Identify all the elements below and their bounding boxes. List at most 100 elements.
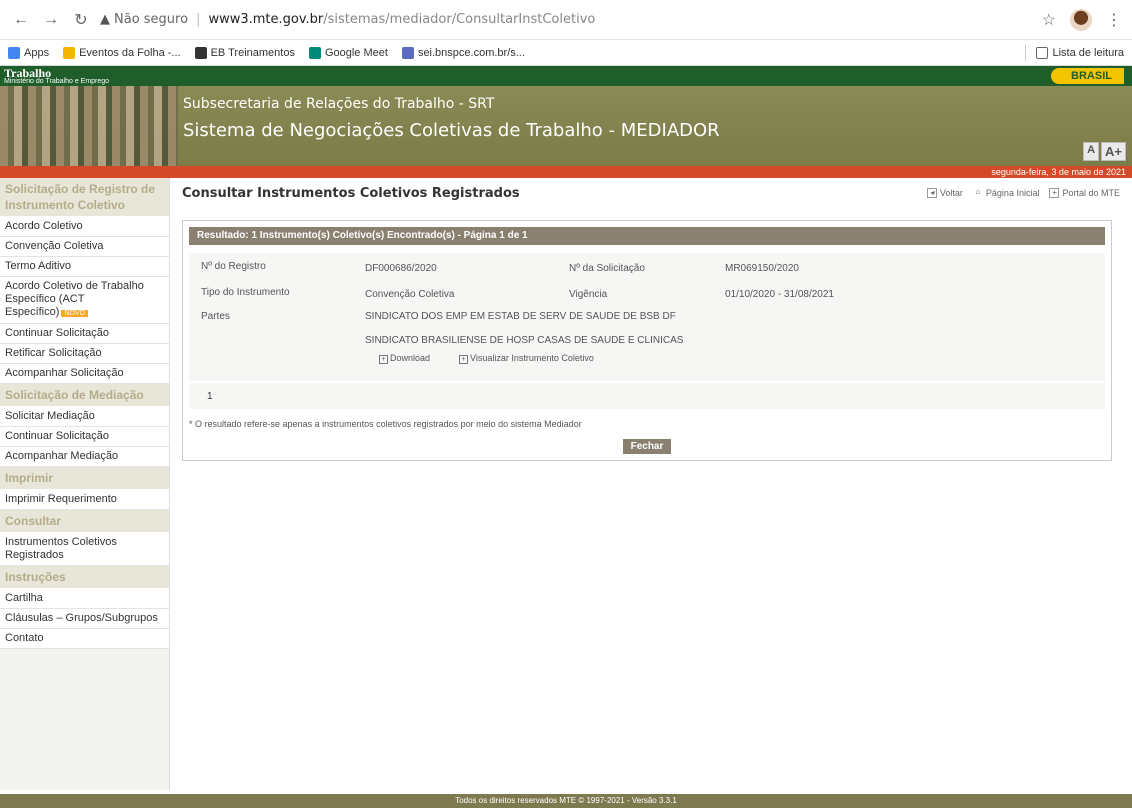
sidebar-section-heading: Solicitação de Registro de Instrumento C… bbox=[0, 178, 169, 217]
url-path: /sistemas/mediador/ConsultarInstColetivo bbox=[323, 12, 596, 27]
value-parte-2: SINDICATO BRASILIENSE DE HOSP CASAS DE S… bbox=[365, 335, 684, 346]
sidebar-label: Imprimir Requerimento bbox=[5, 493, 117, 505]
sidebar-label: Solicitação de Mediação bbox=[5, 388, 144, 402]
address-bar[interactable]: ▲ Não seguro | www3.mte.gov.br /sistemas… bbox=[100, 12, 1042, 27]
sidebar-item[interactable]: Acordo Coletivo de Trabalho Específico (… bbox=[0, 277, 169, 324]
forward-icon[interactable]: → bbox=[40, 9, 62, 31]
not-secure-label: Não seguro bbox=[114, 12, 189, 27]
bookmark-item[interactable]: sei.bnspce.com.br/s... bbox=[401, 46, 525, 59]
bookmark-label: EB Treinamentos bbox=[210, 46, 295, 59]
font-decrease-button[interactable]: A bbox=[1083, 142, 1100, 161]
sidebar-item[interactable]: Contato bbox=[0, 629, 169, 649]
sidebar-item[interactable]: Termo Aditivo bbox=[0, 257, 169, 277]
site-logo-sub: Ministério do Trabalho e Emprego bbox=[4, 77, 110, 85]
bookmark-star-icon[interactable]: ☆ bbox=[1042, 10, 1056, 30]
banner-image bbox=[0, 86, 178, 166]
menu-icon[interactable]: ⋮ bbox=[1106, 10, 1122, 30]
site-footer: Todos os direitos reservados MTE © 1997-… bbox=[0, 794, 1132, 808]
font-increase-button[interactable]: A+ bbox=[1101, 142, 1126, 161]
sidebar-item[interactable]: Continuar Solicitação bbox=[0, 427, 169, 447]
value-tipo: Convenção Coletiva bbox=[365, 289, 455, 300]
portal-link-label: Portal do MTE bbox=[1062, 188, 1120, 198]
bookmark-icon bbox=[401, 46, 414, 59]
sidebar-item[interactable]: Convenção Coletiva bbox=[0, 237, 169, 257]
portal-icon: + bbox=[1049, 188, 1060, 198]
brasil-badge[interactable]: BRASIL bbox=[1051, 68, 1124, 84]
current-date: segunda-feira, 3 de maio de 2021 bbox=[0, 166, 1132, 178]
sidebar-label: Acordo Coletivo bbox=[5, 220, 83, 232]
sidebar-item[interactable]: Solicitar Mediação bbox=[0, 407, 169, 427]
back-arrow-icon: ◂ bbox=[926, 188, 937, 198]
portal-link[interactable]: + Portal do MTE bbox=[1049, 188, 1120, 198]
label-partes: Partes bbox=[201, 311, 230, 322]
banner-subtitle: Subsecretaria de Relações do Trabalho - … bbox=[183, 96, 495, 112]
results-panel: Resultado: 1 Instrumento(s) Coletivo(s) … bbox=[182, 220, 1112, 461]
value-vigencia: 01/10/2020 - 31/08/2021 bbox=[725, 289, 834, 300]
browser-toolbar: ← → ↻ ▲ Não seguro | www3.mte.gov.br /si… bbox=[0, 0, 1132, 40]
sidebar-label: Instrumentos Coletivos Registrados bbox=[5, 536, 117, 561]
sidebar-label: Contato bbox=[5, 632, 44, 644]
sidebar-label: Acompanhar Solicitação bbox=[5, 367, 124, 379]
download-label: Download bbox=[390, 353, 431, 363]
sidebar-label: Solicitar Mediação bbox=[5, 410, 95, 422]
view-label: Visualizar Instrumento Coletivo bbox=[470, 353, 594, 363]
bookmark-label: Eventos da Folha -... bbox=[79, 46, 181, 59]
bookmark-item[interactable]: Eventos da Folha -... bbox=[63, 46, 181, 59]
back-link[interactable]: ◂ Voltar bbox=[926, 188, 963, 198]
sidebar-item[interactable]: Cartilha bbox=[0, 589, 169, 609]
home-link-label: Página Inicial bbox=[985, 188, 1040, 198]
reload-icon[interactable]: ↻ bbox=[70, 9, 92, 31]
main-content: Consultar Instrumentos Coletivos Registr… bbox=[170, 178, 1132, 790]
sidebar-section-heading: Consultar bbox=[0, 510, 169, 533]
sidebar-item[interactable]: Continuar Solicitação bbox=[0, 324, 169, 344]
label-vigencia: Vigência bbox=[569, 289, 608, 300]
reading-list-button[interactable]: Lista de leitura bbox=[1025, 44, 1124, 61]
bookmarks-bar: Apps Eventos da Folha -... EB Treinamentos… bbox=[0, 40, 1132, 66]
sidebar-label: Continuar Solicitação bbox=[5, 327, 109, 339]
sidebar-item[interactable]: Imprimir Requerimento bbox=[0, 490, 169, 510]
sidebar-label: Solicitação de Registro de Instrumento C… bbox=[5, 182, 156, 212]
url-host: www3.mte.gov.br bbox=[208, 12, 324, 27]
sidebar-section-heading: Solicitação de Mediação bbox=[0, 384, 169, 407]
reading-list-label: Lista de leitura bbox=[1052, 46, 1124, 59]
sidebar-item[interactable]: Acompanhar Mediação bbox=[0, 447, 169, 467]
label-registro: Nº do Registro bbox=[201, 261, 266, 272]
back-link-label: Voltar bbox=[939, 188, 963, 198]
bookmark-icon bbox=[308, 46, 321, 59]
site-logo[interactable]: Trabalho bbox=[0, 67, 109, 79]
view-instrument-link[interactable]: + Visualizar Instrumento Coletivo bbox=[459, 353, 594, 364]
home-icon: ⌂ bbox=[975, 187, 981, 196]
bookmark-item[interactable]: EB Treinamentos bbox=[194, 46, 295, 59]
sidebar-label: Convenção Coletiva bbox=[5, 240, 104, 252]
download-link[interactable]: + Download bbox=[379, 353, 430, 364]
pagination-page[interactable]: 1 bbox=[207, 391, 213, 402]
sidebar-item[interactable]: Instrumentos Coletivos Registrados bbox=[0, 533, 169, 566]
sidebar-item[interactable]: Cláusulas – Grupos/Subgrupos bbox=[0, 609, 169, 629]
back-icon[interactable]: ← bbox=[10, 9, 32, 31]
sidebar-label: Acompanhar Mediação bbox=[5, 450, 119, 462]
bookmark-label: Apps bbox=[24, 46, 50, 59]
sidebar-section-heading: Instruções bbox=[0, 566, 169, 589]
profile-avatar[interactable] bbox=[1070, 8, 1092, 31]
bookmark-label: Google Meet bbox=[324, 46, 388, 59]
bookmark-icon bbox=[63, 46, 76, 59]
sidebar-item[interactable]: Acordo Coletivo bbox=[0, 217, 169, 237]
bookmark-item[interactable]: Apps bbox=[8, 46, 50, 59]
banner-title: Sistema de Negociações Coletivas de Trab… bbox=[183, 120, 720, 141]
bookmark-icon bbox=[8, 46, 20, 59]
home-link[interactable]: ⌂ Página Inicial bbox=[973, 187, 1040, 199]
sidebar-label: Continuar Solicitação bbox=[5, 430, 109, 442]
download-icon: + bbox=[379, 355, 388, 364]
bookmark-item[interactable]: Google Meet bbox=[308, 46, 388, 59]
sidebar-label: Cláusulas – Grupos/Subgrupos bbox=[5, 612, 158, 624]
footnote: * O resultado refere-se apenas a instrum… bbox=[189, 419, 582, 429]
label-solicitacao: Nº da Solicitação bbox=[569, 263, 645, 274]
site-banner: Subsecretaria de Relações do Trabalho - … bbox=[0, 86, 1132, 178]
close-button[interactable]: Fechar bbox=[622, 439, 672, 454]
result-record: Nº do Registro DF000686/2020 Nº da Solic… bbox=[189, 253, 1105, 381]
page-title: Consultar Instrumentos Coletivos Registr… bbox=[182, 185, 520, 201]
sidebar-item[interactable]: Retificar Solicitação bbox=[0, 344, 169, 364]
sidebar-item[interactable]: Acompanhar Solicitação bbox=[0, 364, 169, 384]
bookmark-icon bbox=[194, 46, 207, 59]
sidebar-section-heading: Imprimir bbox=[0, 467, 169, 490]
